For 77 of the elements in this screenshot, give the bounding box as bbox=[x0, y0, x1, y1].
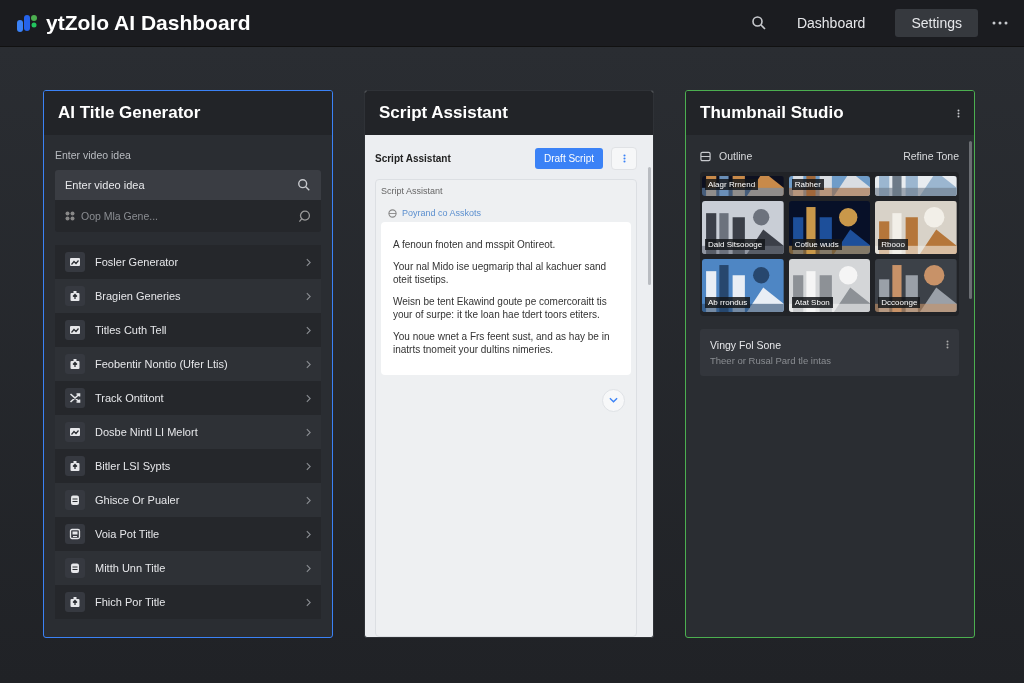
outline-tab[interactable]: Outline bbox=[719, 150, 753, 162]
image-icon bbox=[65, 320, 85, 340]
tool-list-item[interactable]: Fosler Generator bbox=[55, 245, 321, 279]
tool-list-item[interactable]: Fhich Por Title bbox=[55, 585, 321, 619]
thumbnail-caption: Dccoonge bbox=[878, 297, 921, 308]
screen-icon bbox=[65, 524, 85, 544]
doc-icon bbox=[65, 558, 85, 578]
tool-list-item[interactable]: Mitth Unn Title bbox=[55, 551, 321, 585]
scrollbar[interactable] bbox=[969, 141, 972, 299]
search-icon[interactable] bbox=[750, 15, 767, 31]
chevron-icon bbox=[306, 257, 311, 267]
chevron-icon bbox=[306, 529, 311, 539]
toolbar-label: Script Assistant bbox=[375, 153, 451, 164]
globe-icon bbox=[388, 208, 397, 218]
upload-icon bbox=[65, 286, 85, 306]
script-paragraph: A fenoun fnoten and msspit Ontireot. bbox=[393, 238, 557, 252]
tool-list-item[interactable]: Voia Pot Title bbox=[55, 517, 321, 551]
search-icon[interactable] bbox=[297, 178, 311, 192]
box-title: Script Assistant bbox=[381, 186, 444, 196]
doc-icon bbox=[65, 490, 85, 510]
chevron-icon bbox=[306, 291, 311, 301]
chevron-icon bbox=[306, 495, 311, 505]
thumbnail-caption: Alagr Rrnend bbox=[705, 179, 759, 190]
image-icon bbox=[65, 252, 85, 272]
shuffle-icon bbox=[65, 388, 85, 408]
more-icon[interactable] bbox=[957, 107, 960, 119]
more-icon[interactable] bbox=[946, 339, 949, 350]
tool-list-item[interactable]: Titles Cuth Tell bbox=[55, 313, 321, 347]
app-title: ytZolo AI Dashboard bbox=[46, 11, 251, 35]
image-icon bbox=[65, 422, 85, 442]
chevron-icon bbox=[306, 461, 311, 471]
field-label: Enter video idea bbox=[55, 149, 132, 161]
panel-title: Script Assistant bbox=[379, 103, 508, 123]
chevron-down-icon bbox=[609, 397, 618, 403]
draft-script-button[interactable]: Draft Script bbox=[535, 148, 603, 169]
scrollbar[interactable] bbox=[648, 167, 651, 285]
search-field[interactable]: Enter video idea bbox=[55, 170, 321, 200]
tool-list-item[interactable]: Feobentir Nontio (Ufer Ltis) bbox=[55, 347, 321, 381]
tool-list-item[interactable]: Dosbe Nintl LI Melort bbox=[55, 415, 321, 449]
thumbnail-caption: Daid Sitsoooge bbox=[705, 239, 766, 250]
tool-list-item[interactable]: Track Ontitont bbox=[55, 381, 321, 415]
tool-list-item[interactable]: Ghisce Or Pualer bbox=[55, 483, 321, 517]
thumbnail-caption: Rabher bbox=[791, 179, 824, 190]
chevron-icon bbox=[306, 427, 311, 437]
script-paragraph: You noue wnet a Frs feent sust, and as hay be in inatrts tnomeit your dultins nimeries. bbox=[393, 329, 611, 357]
refine-tone-button[interactable]: Refine Tone bbox=[903, 150, 959, 162]
more-icon bbox=[622, 153, 626, 164]
panel-title: Thumbnail Studio bbox=[700, 103, 844, 123]
suggestion-row[interactable]: Oop Mla Gene... bbox=[55, 200, 321, 232]
panel-title: AI Title Generator bbox=[58, 103, 201, 123]
chevron-icon bbox=[306, 325, 311, 335]
suggestion-text: Oop Mla Gene... bbox=[81, 210, 159, 222]
thumbnail-caption: Ab rrondus bbox=[705, 297, 751, 308]
chevron-icon bbox=[306, 597, 311, 607]
chevron-icon bbox=[306, 393, 311, 403]
chat-icon[interactable] bbox=[298, 209, 311, 223]
thumbnail-caption: Rbooo bbox=[878, 239, 908, 250]
thumbnail-caption: Atat Sbon bbox=[791, 297, 833, 308]
upload-icon bbox=[65, 354, 85, 374]
variant-card[interactable]: Vingy Fol Sone Theer or Rusal Pard tle intas bbox=[700, 329, 959, 376]
grid-icon bbox=[65, 211, 75, 221]
logo-icon bbox=[16, 12, 38, 34]
nav-tab[interactable]: Settings bbox=[895, 9, 978, 37]
layout-icon bbox=[700, 150, 711, 162]
upload-icon bbox=[65, 456, 85, 476]
chevron-icon bbox=[306, 563, 311, 573]
chevron-icon bbox=[306, 359, 311, 369]
upload-icon bbox=[65, 592, 85, 612]
tool-list-item[interactable]: Bragien Generies bbox=[55, 279, 321, 313]
more-icon[interactable] bbox=[992, 21, 1008, 25]
card-subtitle: Theer or Rusal Pard tle intas bbox=[710, 355, 832, 366]
thumbnail-caption: Cotlue wuds bbox=[791, 239, 842, 250]
card-title: Vingy Fol Sone bbox=[710, 339, 783, 351]
tool-list-item[interactable]: Bitler LSI Sypts bbox=[55, 449, 321, 483]
script-paragraph: Your nal Mido ise uegmarip thal al kachuer sand oteit tisetips. bbox=[393, 259, 608, 287]
script-paragraph: Weisn be tent Ekawind goute pe comercoraitt tis your of surpe: it tke loan hae tdert toors etiters. bbox=[393, 294, 608, 322]
nav-tab[interactable]: Dashboard bbox=[780, 9, 882, 37]
